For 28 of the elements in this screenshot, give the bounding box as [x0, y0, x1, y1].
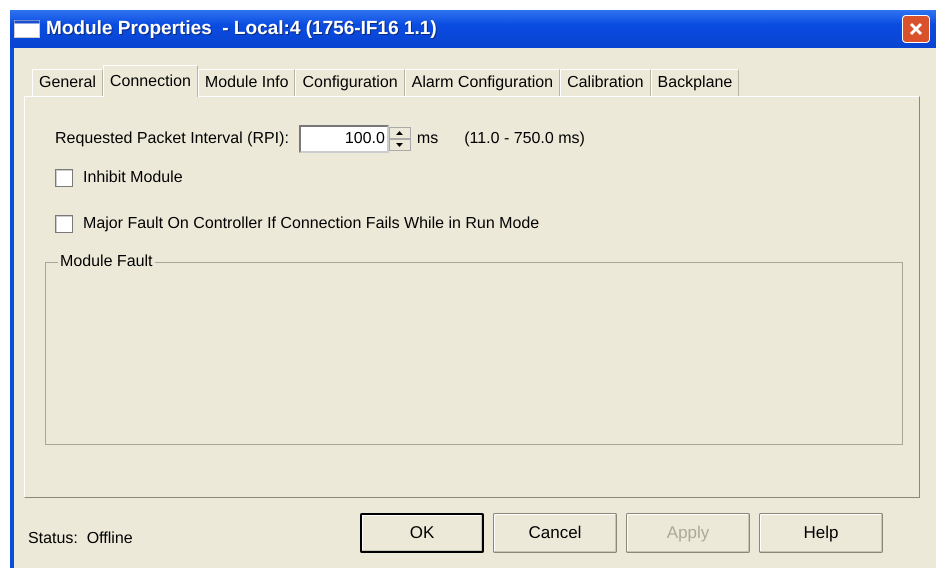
- window-title: Module Properties - Local:4 (1756-IF16 1.1): [46, 18, 438, 40]
- tab[interactable]: Backplane: [650, 69, 740, 96]
- close-button[interactable]: [902, 15, 930, 43]
- close-icon: [908, 21, 924, 37]
- group-title: Module Fault: [59, 253, 154, 271]
- checkbox-label: Inhibit Module: [83, 169, 183, 187]
- up-arrow-icon: [396, 131, 404, 135]
- rpi-unit: ms: [416, 130, 438, 148]
- checkbox[interactable]: [55, 215, 73, 233]
- status-text: Status: Offline: [28, 530, 134, 548]
- dialog-button[interactable]: OK: [360, 513, 484, 553]
- checkbox[interactable]: [55, 169, 73, 187]
- spin-up-button[interactable]: [388, 127, 411, 139]
- tab[interactable]: Configuration: [295, 69, 405, 96]
- tab[interactable]: Connection: [102, 65, 198, 97]
- dialog-button[interactable]: Help: [759, 513, 883, 553]
- tab[interactable]: Alarm Configuration: [404, 69, 560, 96]
- tab[interactable]: Calibration: [560, 69, 651, 96]
- window-icon: [14, 20, 40, 38]
- rpi-label: Requested Packet Interval (RPI):: [55, 130, 289, 148]
- checkbox-label: Major Fault On Controller If Connection Fails While in Run Mode: [83, 215, 540, 233]
- rpi-range: (11.0 - 750.0 ms): [464, 130, 585, 148]
- spin-down-button[interactable]: [388, 139, 411, 151]
- dialog-button[interactable]: Cancel: [493, 513, 617, 553]
- tab[interactable]: General: [32, 69, 103, 96]
- down-arrow-icon: [396, 143, 404, 147]
- rpi-field[interactable]: 100.0: [298, 125, 389, 153]
- tab[interactable]: Module Info: [198, 69, 296, 96]
